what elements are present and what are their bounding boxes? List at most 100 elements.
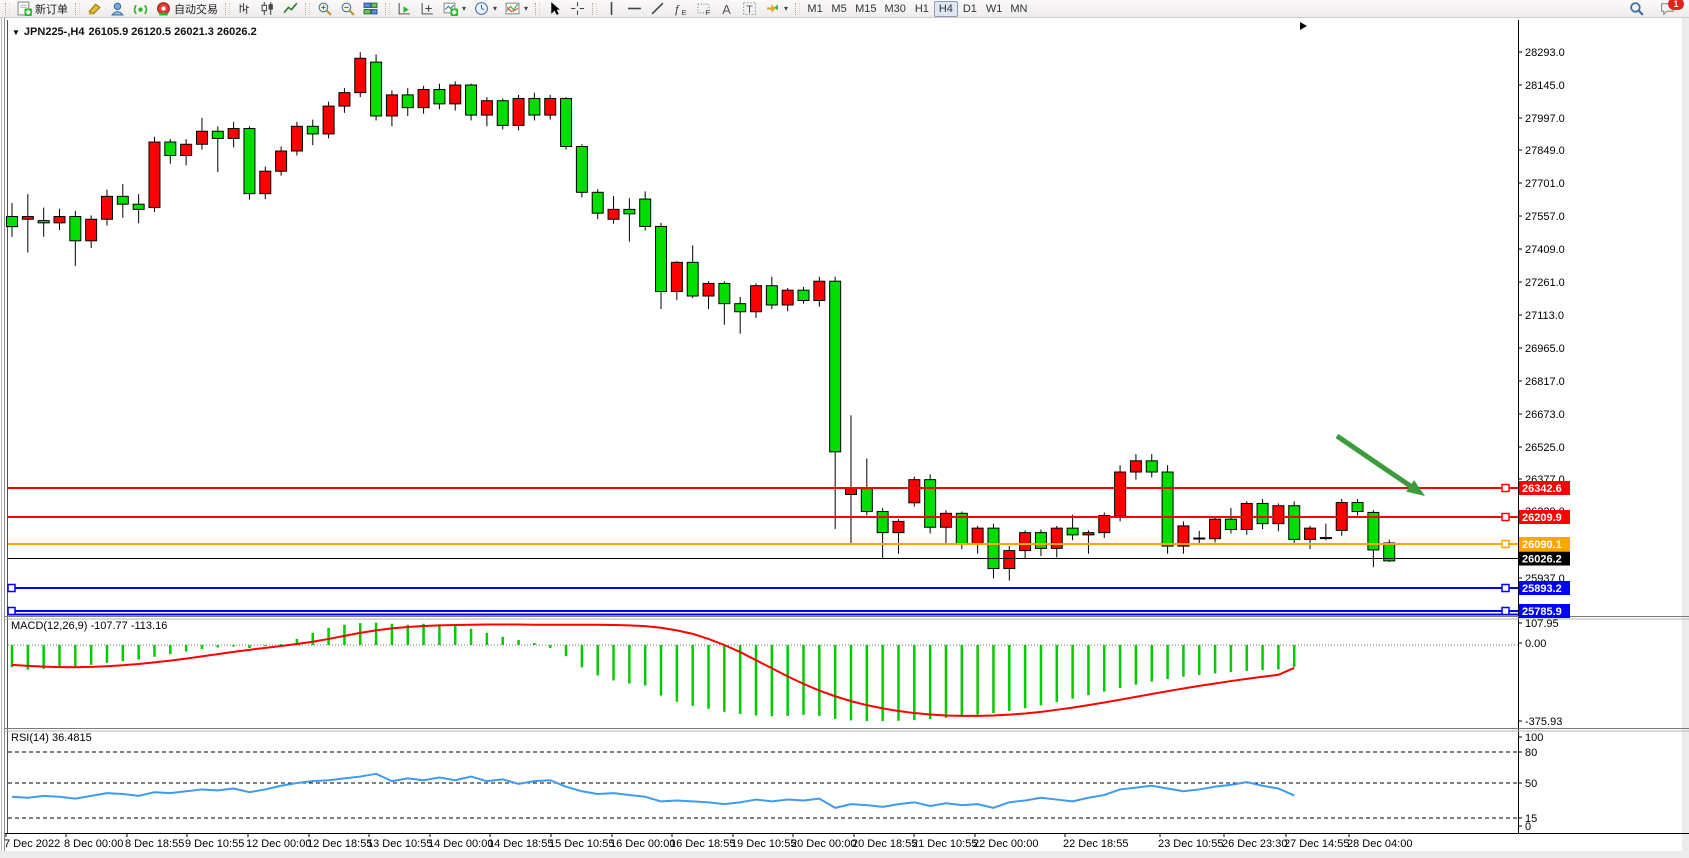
chart-shift-button[interactable] [416,1,439,17]
date-label: 16 Dec 18:55 [670,838,735,850]
text-icon: A [719,1,734,16]
auto-scroll-button[interactable] [393,1,416,17]
candle-body [1004,551,1015,569]
line-handle[interactable] [1502,541,1509,548]
svg-text:100: 100 [1525,732,1543,744]
timeframe-m15-button[interactable]: M15 [851,1,880,17]
vline-icon [604,1,619,16]
svg-text:26342.6: 26342.6 [1522,483,1562,495]
expert-advisor-button[interactable] [106,1,129,17]
trendline-button[interactable] [646,1,669,17]
line-chart-button[interactable] [279,1,302,17]
candle-body [86,219,97,241]
candle-body [529,98,540,115]
bar-chart-icon [237,1,252,16]
rsi-label: RSI(14) 36.4815 [11,732,92,744]
text-button[interactable]: A [715,1,738,17]
tile-windows-button[interactable] [359,1,382,17]
signal-icon [133,1,148,16]
candle-body [38,221,49,223]
candle-body [1305,528,1316,539]
line-handle[interactable] [1502,608,1509,615]
chat-button[interactable]: 1 [1656,1,1679,17]
zoom-out-button[interactable] [336,1,359,17]
collapse-triangle-icon[interactable]: ▼ [12,28,20,37]
template-button[interactable]: ▾ [501,1,532,17]
label-icon: T [742,1,757,16]
date-label: 20 Dec 18:55 [852,838,917,850]
new-chart-button[interactable]: ▾ [439,1,470,17]
svg-text:27409.0: 27409.0 [1525,244,1565,256]
candle-body [481,101,492,115]
candle-body [624,209,635,213]
new-order-button[interactable]: 新订单 [13,1,72,17]
timeframe-d1-button[interactable]: D1 [958,1,982,17]
timeframe-h1-button[interactable]: H1 [910,1,934,17]
autotrading-button[interactable]: 自动交易 [152,1,222,17]
candle-body [513,98,524,125]
svg-text:-375.93: -375.93 [1525,716,1562,728]
candle-body [545,98,556,115]
svg-text:f: f [675,3,680,16]
period-button[interactable]: ▾ [470,1,501,17]
fibonacci-button[interactable]: fE [669,1,692,17]
signals-button[interactable] [129,1,152,17]
text-label-button[interactable]: T [738,1,761,17]
line-handle[interactable] [8,585,15,592]
timeframe-m30-button[interactable]: M30 [880,1,909,17]
candle-body [719,283,730,303]
timeframe-mn-button[interactable]: MN [1006,1,1031,17]
candle-body [1273,506,1284,524]
timeframe-m5-button[interactable]: M5 [827,1,851,17]
horizontal-line-button[interactable] [623,1,646,17]
candle-body [1210,519,1221,539]
highlighter-button[interactable] [83,1,106,17]
date-label: 16 Dec 00:00 [610,838,675,850]
candle-body [972,528,983,544]
candle-body [1225,519,1236,529]
line-handle[interactable] [1502,485,1509,492]
channel-button[interactable]: F [692,1,715,17]
search-button[interactable] [1625,1,1648,17]
line-handle[interactable] [1502,585,1509,592]
crosshair-icon [570,1,585,16]
candle-body [1352,503,1363,512]
candle-body [830,281,841,452]
candle-body [1083,533,1094,535]
date-label: 12 Dec 00:00 [246,838,311,850]
toolbar-separator [535,3,540,15]
candlestick-button[interactable] [256,1,279,17]
line-handle[interactable] [1502,514,1509,521]
bar-chart-button[interactable] [233,1,256,17]
toolbar-separator [225,3,230,15]
cursor-icon [547,1,562,16]
vertical-line-button[interactable] [600,1,623,17]
candle-body [687,262,698,296]
timeframe-m1-button[interactable]: M1 [803,1,827,17]
svg-text:28293.0: 28293.0 [1525,47,1565,59]
timeframe-h4-button[interactable]: H4 [934,1,958,17]
date-label: 12 Dec 18:55 [307,838,372,850]
chart-canvas[interactable]: 28293.028145.027997.027849.027701.027557… [0,18,1689,858]
timeframe-w1-button[interactable]: W1 [982,1,1007,17]
date-label: 28 Dec 04:00 [1347,838,1412,850]
candle-body [244,129,255,194]
line-handle[interactable] [8,608,15,615]
tile-windows-icon [363,1,378,16]
svg-text:T: T [746,4,753,16]
candle-body [117,196,128,204]
date-label: 22 Dec 18:55 [1063,838,1128,850]
crosshair-button[interactable] [566,1,589,17]
chart-title: ▼ JPN225-,H4 26105.9 26120.5 26021.3 260… [12,26,257,38]
candle-body [671,262,682,291]
zoom-in-button[interactable] [313,1,336,17]
candle-body [1099,516,1110,533]
candle-body [339,93,350,106]
shapes-button[interactable]: ▾ [761,1,792,17]
cursor-button[interactable] [543,1,566,17]
candle-body [466,85,477,115]
shapes-icon [765,1,780,16]
svg-text:26673.0: 26673.0 [1525,409,1565,421]
candle-body [149,142,160,208]
candle-body [418,89,429,107]
